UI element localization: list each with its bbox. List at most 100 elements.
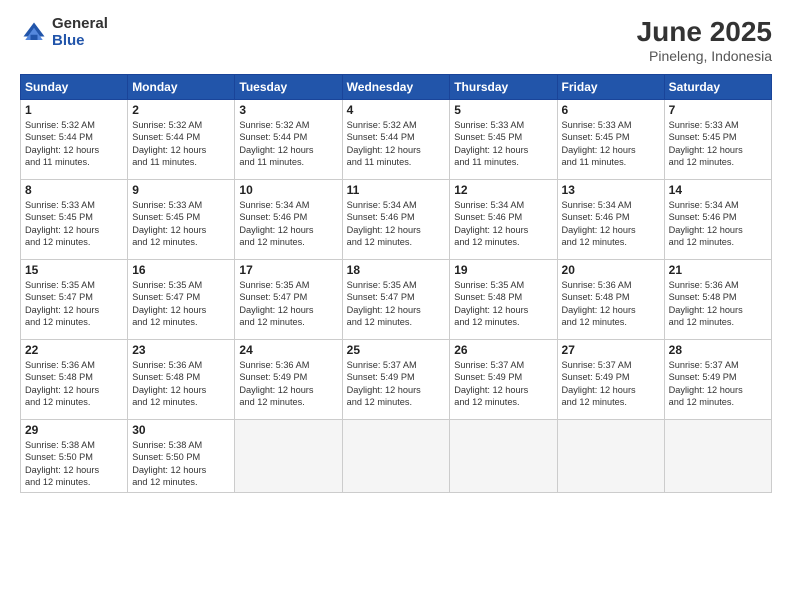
- day-number: 4: [347, 103, 446, 117]
- day-cell: 26 Sunrise: 5:37 AMSunset: 5:49 PMDaylig…: [450, 340, 557, 420]
- col-header-saturday: Saturday: [664, 75, 771, 100]
- day-info: Sunrise: 5:37 AMSunset: 5:49 PMDaylight:…: [562, 360, 636, 407]
- day-cell: 19 Sunrise: 5:35 AMSunset: 5:48 PMDaylig…: [450, 260, 557, 340]
- day-number: 26: [454, 343, 552, 357]
- day-number: 11: [347, 183, 446, 197]
- day-info: Sunrise: 5:36 AMSunset: 5:49 PMDaylight:…: [239, 360, 313, 407]
- day-number: 15: [25, 263, 123, 277]
- day-cell: 17 Sunrise: 5:35 AMSunset: 5:47 PMDaylig…: [235, 260, 342, 340]
- day-cell: 5 Sunrise: 5:33 AMSunset: 5:45 PMDayligh…: [450, 100, 557, 180]
- day-info: Sunrise: 5:33 AMSunset: 5:45 PMDaylight:…: [25, 200, 99, 247]
- day-number: 20: [562, 263, 660, 277]
- day-cell: 12 Sunrise: 5:34 AMSunset: 5:46 PMDaylig…: [450, 180, 557, 260]
- day-info: Sunrise: 5:36 AMSunset: 5:48 PMDaylight:…: [132, 360, 206, 407]
- day-number: 22: [25, 343, 123, 357]
- day-info: Sunrise: 5:35 AMSunset: 5:47 PMDaylight:…: [347, 280, 421, 327]
- day-cell: [450, 420, 557, 493]
- day-cell: 13 Sunrise: 5:34 AMSunset: 5:46 PMDaylig…: [557, 180, 664, 260]
- logo-blue: Blue: [52, 33, 108, 50]
- day-info: Sunrise: 5:35 AMSunset: 5:47 PMDaylight:…: [25, 280, 99, 327]
- logo-icon: [20, 19, 48, 47]
- col-header-monday: Monday: [128, 75, 235, 100]
- col-header-thursday: Thursday: [450, 75, 557, 100]
- day-cell: 2 Sunrise: 5:32 AMSunset: 5:44 PMDayligh…: [128, 100, 235, 180]
- day-number: 9: [132, 183, 230, 197]
- week-row-4: 22 Sunrise: 5:36 AMSunset: 5:48 PMDaylig…: [21, 340, 772, 420]
- day-info: Sunrise: 5:33 AMSunset: 5:45 PMDaylight:…: [132, 200, 206, 247]
- day-cell: 18 Sunrise: 5:35 AMSunset: 5:47 PMDaylig…: [342, 260, 450, 340]
- day-number: 28: [669, 343, 767, 357]
- col-header-friday: Friday: [557, 75, 664, 100]
- day-number: 17: [239, 263, 337, 277]
- header-row: SundayMondayTuesdayWednesdayThursdayFrid…: [21, 75, 772, 100]
- week-row-3: 15 Sunrise: 5:35 AMSunset: 5:47 PMDaylig…: [21, 260, 772, 340]
- day-cell: 15 Sunrise: 5:35 AMSunset: 5:47 PMDaylig…: [21, 260, 128, 340]
- week-row-5: 29 Sunrise: 5:38 AMSunset: 5:50 PMDaylig…: [21, 420, 772, 493]
- day-cell: [235, 420, 342, 493]
- day-number: 21: [669, 263, 767, 277]
- day-info: Sunrise: 5:33 AMSunset: 5:45 PMDaylight:…: [562, 120, 636, 167]
- week-row-1: 1 Sunrise: 5:32 AMSunset: 5:44 PMDayligh…: [21, 100, 772, 180]
- day-cell: 23 Sunrise: 5:36 AMSunset: 5:48 PMDaylig…: [128, 340, 235, 420]
- day-cell: 1 Sunrise: 5:32 AMSunset: 5:44 PMDayligh…: [21, 100, 128, 180]
- day-cell: 9 Sunrise: 5:33 AMSunset: 5:45 PMDayligh…: [128, 180, 235, 260]
- day-cell: [342, 420, 450, 493]
- col-header-sunday: Sunday: [21, 75, 128, 100]
- day-cell: 16 Sunrise: 5:35 AMSunset: 5:47 PMDaylig…: [128, 260, 235, 340]
- day-info: Sunrise: 5:38 AMSunset: 5:50 PMDaylight:…: [132, 440, 206, 487]
- day-cell: 11 Sunrise: 5:34 AMSunset: 5:46 PMDaylig…: [342, 180, 450, 260]
- col-header-tuesday: Tuesday: [235, 75, 342, 100]
- day-number: 30: [132, 423, 230, 437]
- day-info: Sunrise: 5:32 AMSunset: 5:44 PMDaylight:…: [25, 120, 99, 167]
- day-number: 14: [669, 183, 767, 197]
- day-cell: 24 Sunrise: 5:36 AMSunset: 5:49 PMDaylig…: [235, 340, 342, 420]
- day-info: Sunrise: 5:35 AMSunset: 5:48 PMDaylight:…: [454, 280, 528, 327]
- day-info: Sunrise: 5:34 AMSunset: 5:46 PMDaylight:…: [239, 200, 313, 247]
- day-cell: 4 Sunrise: 5:32 AMSunset: 5:44 PMDayligh…: [342, 100, 450, 180]
- logo: General Blue: [20, 16, 108, 49]
- day-number: 3: [239, 103, 337, 117]
- day-number: 25: [347, 343, 446, 357]
- day-info: Sunrise: 5:34 AMSunset: 5:46 PMDaylight:…: [562, 200, 636, 247]
- day-cell: 10 Sunrise: 5:34 AMSunset: 5:46 PMDaylig…: [235, 180, 342, 260]
- day-number: 18: [347, 263, 446, 277]
- day-cell: 20 Sunrise: 5:36 AMSunset: 5:48 PMDaylig…: [557, 260, 664, 340]
- day-number: 12: [454, 183, 552, 197]
- day-number: 23: [132, 343, 230, 357]
- day-number: 27: [562, 343, 660, 357]
- day-cell: 6 Sunrise: 5:33 AMSunset: 5:45 PMDayligh…: [557, 100, 664, 180]
- day-number: 7: [669, 103, 767, 117]
- day-cell: 8 Sunrise: 5:33 AMSunset: 5:45 PMDayligh…: [21, 180, 128, 260]
- day-number: 2: [132, 103, 230, 117]
- day-number: 29: [25, 423, 123, 437]
- calendar-header: SundayMondayTuesdayWednesdayThursdayFrid…: [21, 75, 772, 100]
- location: Pineleng, Indonesia: [637, 48, 772, 64]
- calendar: SundayMondayTuesdayWednesdayThursdayFrid…: [20, 74, 772, 493]
- day-number: 16: [132, 263, 230, 277]
- month-title: June 2025: [637, 16, 772, 48]
- page: General Blue June 2025 Pineleng, Indones…: [0, 0, 792, 612]
- day-number: 1: [25, 103, 123, 117]
- day-cell: 7 Sunrise: 5:33 AMSunset: 5:45 PMDayligh…: [664, 100, 771, 180]
- day-cell: [557, 420, 664, 493]
- day-cell: 25 Sunrise: 5:37 AMSunset: 5:49 PMDaylig…: [342, 340, 450, 420]
- day-info: Sunrise: 5:36 AMSunset: 5:48 PMDaylight:…: [562, 280, 636, 327]
- title-block: June 2025 Pineleng, Indonesia: [637, 16, 772, 64]
- day-info: Sunrise: 5:33 AMSunset: 5:45 PMDaylight:…: [669, 120, 743, 167]
- day-info: Sunrise: 5:34 AMSunset: 5:46 PMDaylight:…: [454, 200, 528, 247]
- day-info: Sunrise: 5:32 AMSunset: 5:44 PMDaylight:…: [239, 120, 313, 167]
- week-row-2: 8 Sunrise: 5:33 AMSunset: 5:45 PMDayligh…: [21, 180, 772, 260]
- day-number: 19: [454, 263, 552, 277]
- day-info: Sunrise: 5:32 AMSunset: 5:44 PMDaylight:…: [347, 120, 421, 167]
- day-info: Sunrise: 5:35 AMSunset: 5:47 PMDaylight:…: [239, 280, 313, 327]
- day-cell: 3 Sunrise: 5:32 AMSunset: 5:44 PMDayligh…: [235, 100, 342, 180]
- day-cell: 27 Sunrise: 5:37 AMSunset: 5:49 PMDaylig…: [557, 340, 664, 420]
- day-info: Sunrise: 5:35 AMSunset: 5:47 PMDaylight:…: [132, 280, 206, 327]
- day-info: Sunrise: 5:33 AMSunset: 5:45 PMDaylight:…: [454, 120, 528, 167]
- day-cell: 30 Sunrise: 5:38 AMSunset: 5:50 PMDaylig…: [128, 420, 235, 493]
- logo-general: General: [52, 16, 108, 33]
- day-number: 24: [239, 343, 337, 357]
- day-info: Sunrise: 5:34 AMSunset: 5:46 PMDaylight:…: [347, 200, 421, 247]
- day-info: Sunrise: 5:37 AMSunset: 5:49 PMDaylight:…: [454, 360, 528, 407]
- day-cell: 21 Sunrise: 5:36 AMSunset: 5:48 PMDaylig…: [664, 260, 771, 340]
